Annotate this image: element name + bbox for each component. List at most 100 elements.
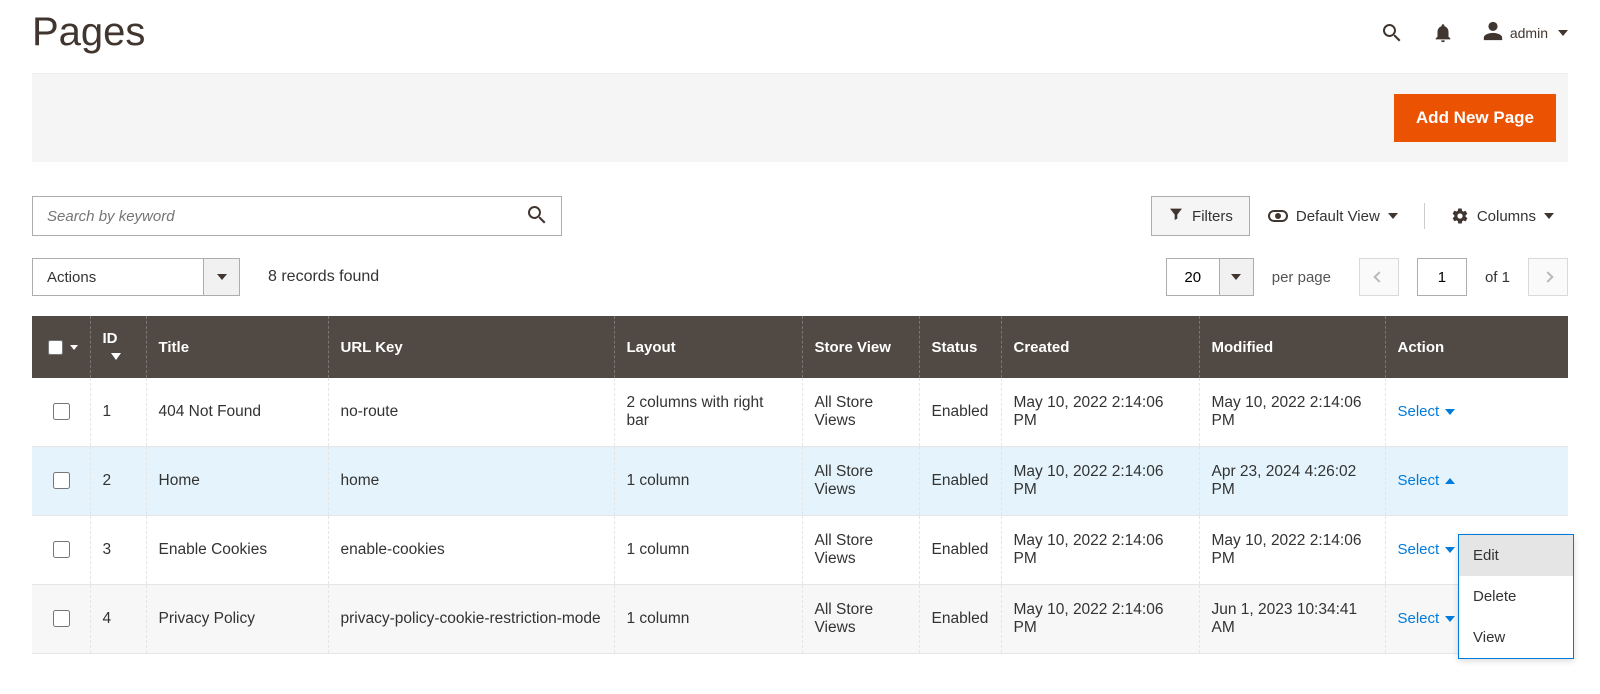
cell-layout: 1 column	[614, 516, 802, 585]
cell-status: Enabled	[919, 447, 1001, 516]
eye-icon	[1268, 210, 1288, 222]
chevron-right-icon	[1542, 271, 1553, 282]
cell-layout: 1 column	[614, 447, 802, 516]
row-checkbox[interactable]	[53, 472, 70, 489]
cell-created: May 10, 2022 2:14:06 PM	[1001, 378, 1199, 447]
next-page-button[interactable]	[1528, 258, 1568, 296]
records-count: 8 records found	[268, 268, 379, 286]
cell-title: Privacy Policy	[146, 585, 328, 654]
cell-id: 4	[90, 585, 146, 654]
user-name: admin	[1510, 25, 1548, 41]
chevron-down-icon	[1445, 547, 1455, 553]
col-header-store[interactable]: Store View	[802, 316, 919, 378]
table-row: 4 Privacy Policy privacy-policy-cookie-r…	[32, 585, 1568, 654]
user-menu[interactable]: admin	[1482, 20, 1568, 45]
page-of-label: of 1	[1485, 269, 1510, 286]
filters-button[interactable]: Filters	[1151, 196, 1250, 236]
cell-modified: May 10, 2022 2:14:06 PM	[1199, 516, 1385, 585]
columns-button[interactable]: Columns	[1437, 198, 1568, 234]
per-page-input[interactable]	[1167, 259, 1219, 295]
bell-icon[interactable]	[1432, 22, 1454, 44]
cell-created: May 10, 2022 2:14:06 PM	[1001, 447, 1199, 516]
search-submit-icon[interactable]	[525, 203, 549, 230]
page-input[interactable]	[1417, 258, 1467, 296]
chevron-left-icon	[1373, 271, 1384, 282]
actions-dropdown[interactable]: Actions	[32, 258, 240, 296]
cell-url: enable-cookies	[328, 516, 614, 585]
actions-dropdown-toggle[interactable]	[203, 259, 239, 295]
cell-layout: 1 column	[614, 585, 802, 654]
per-page-selector	[1166, 258, 1254, 296]
per-page-toggle[interactable]	[1219, 259, 1253, 295]
search-icon[interactable]	[1380, 21, 1404, 45]
cell-modified: May 10, 2022 2:14:06 PM	[1199, 378, 1385, 447]
chevron-down-icon	[1445, 616, 1455, 622]
chevron-down-icon	[1558, 30, 1568, 36]
cell-title: Enable Cookies	[146, 516, 328, 585]
chevron-down-icon	[217, 274, 227, 280]
page-title: Pages	[32, 10, 145, 55]
cell-url: home	[328, 447, 614, 516]
col-header-url[interactable]: URL Key	[328, 316, 614, 378]
select-all-checkbox[interactable]	[48, 339, 63, 356]
funnel-icon	[1168, 206, 1184, 226]
chevron-down-icon	[1388, 213, 1398, 219]
col-header-title[interactable]: Title	[146, 316, 328, 378]
sort-arrow-icon	[111, 353, 121, 360]
add-new-page-button[interactable]: Add New Page	[1394, 94, 1556, 142]
cell-modified: Apr 23, 2024 4:26:02 PM	[1199, 447, 1385, 516]
chevron-down-icon	[1445, 409, 1455, 415]
cell-layout: 2 columns with right bar	[614, 378, 802, 447]
cell-title: 404 Not Found	[146, 378, 328, 447]
col-header-id[interactable]: ID	[90, 316, 146, 378]
row-checkbox[interactable]	[53, 610, 70, 627]
action-menu: Edit Delete View	[1458, 534, 1574, 659]
row-action-select[interactable]: Select	[1398, 472, 1456, 489]
col-header-action[interactable]: Action	[1385, 316, 1568, 378]
row-action-select[interactable]: Select	[1398, 403, 1456, 420]
default-view-label: Default View	[1296, 208, 1380, 225]
col-header-layout[interactable]: Layout	[614, 316, 802, 378]
actions-label: Actions	[33, 259, 203, 295]
cell-title: Home	[146, 447, 328, 516]
action-menu-delete[interactable]: Delete	[1459, 576, 1573, 617]
col-header-modified[interactable]: Modified	[1199, 316, 1385, 378]
cell-store: All Store Views	[802, 516, 919, 585]
per-page-label: per page	[1272, 269, 1331, 286]
cell-created: May 10, 2022 2:14:06 PM	[1001, 516, 1199, 585]
cell-id: 2	[90, 447, 146, 516]
action-menu-edit[interactable]: Edit	[1459, 535, 1573, 576]
default-view-button[interactable]: Default View	[1254, 199, 1412, 234]
table-row: 3 Enable Cookies enable-cookies 1 column…	[32, 516, 1568, 585]
separator	[1424, 203, 1425, 229]
gear-icon	[1451, 207, 1469, 225]
select-all-toggle[interactable]	[70, 345, 78, 350]
row-checkbox[interactable]	[53, 403, 70, 420]
cell-modified: Jun 1, 2023 10:34:41 AM	[1199, 585, 1385, 654]
row-action-select[interactable]: Select	[1398, 541, 1456, 558]
cell-status: Enabled	[919, 378, 1001, 447]
row-action-select[interactable]: Select	[1398, 610, 1456, 627]
chevron-down-icon	[1544, 213, 1554, 219]
cell-url: privacy-policy-cookie-restriction-mode	[328, 585, 614, 654]
pages-table: ID Title URL Key Layout Store View Statu…	[32, 316, 1568, 654]
cell-store: All Store Views	[802, 585, 919, 654]
col-header-created[interactable]: Created	[1001, 316, 1199, 378]
cell-store: All Store Views	[802, 447, 919, 516]
cell-url: no-route	[328, 378, 614, 447]
cell-id: 3	[90, 516, 146, 585]
cell-created: May 10, 2022 2:14:06 PM	[1001, 585, 1199, 654]
columns-label: Columns	[1477, 208, 1536, 225]
prev-page-button[interactable]	[1359, 258, 1399, 296]
table-row: 1 404 Not Found no-route 2 columns with …	[32, 378, 1568, 447]
action-menu-view[interactable]: View	[1459, 617, 1573, 658]
search-input[interactable]	[45, 207, 525, 226]
cell-status: Enabled	[919, 516, 1001, 585]
chevron-down-icon	[1231, 274, 1241, 280]
table-row: 2 Home home 1 column All Store Views Ena…	[32, 447, 1568, 516]
chevron-up-icon	[1445, 478, 1455, 484]
col-header-status[interactable]: Status	[919, 316, 1001, 378]
cell-status: Enabled	[919, 585, 1001, 654]
row-checkbox[interactable]	[53, 541, 70, 558]
user-icon	[1482, 20, 1504, 45]
